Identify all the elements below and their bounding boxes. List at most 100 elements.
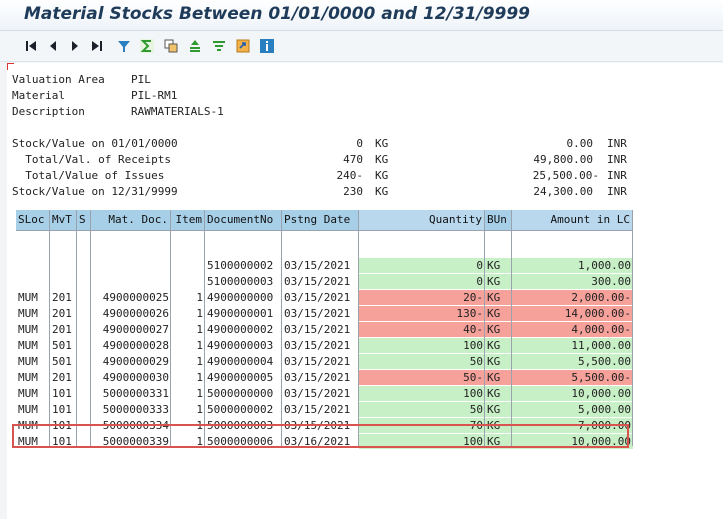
cell-s[interactable] (77, 242, 91, 257)
cell-sloc[interactable] (16, 242, 50, 257)
column-header-s[interactable]: S (77, 210, 91, 230)
filter-settings-icon[interactable] (211, 38, 227, 54)
sort-ascending-icon[interactable] (187, 38, 203, 54)
cell-sloc[interactable] (16, 274, 50, 289)
column-header-sloc[interactable]: SLoc (16, 210, 50, 230)
cell-item[interactable] (171, 274, 205, 289)
cell-s[interactable] (77, 306, 91, 321)
cell-mvt[interactable]: 501 (50, 354, 77, 369)
cell-item[interactable]: 1 (171, 338, 205, 353)
cell-mvt[interactable]: 201 (50, 370, 77, 385)
cell-document-no[interactable]: 4900000002 (205, 322, 282, 337)
column-header-mat-doc[interactable]: Mat. Doc. (91, 210, 171, 230)
cell-base-unit[interactable] (485, 242, 512, 257)
cell-sloc[interactable]: MUM (16, 386, 50, 401)
cell-s[interactable] (77, 386, 91, 401)
export-icon[interactable] (235, 38, 251, 54)
cell-s[interactable] (77, 274, 91, 289)
cell-quantity[interactable]: 0 (359, 274, 485, 289)
next-page-icon[interactable] (67, 38, 83, 54)
cell-mat-doc[interactable]: 5000000333 (91, 402, 171, 417)
cell-quantity[interactable]: 130- (359, 306, 485, 321)
cell-item[interactable]: 1 (171, 322, 205, 337)
cell-mat-doc[interactable]: 4900000026 (91, 306, 171, 321)
cell-item[interactable]: 1 (171, 354, 205, 369)
cell-amount[interactable]: 2,000.00- (512, 290, 633, 305)
filter-icon[interactable] (116, 38, 132, 54)
cell-document-no[interactable]: 4900000005 (205, 370, 282, 385)
cell-amount[interactable]: 300.00 (512, 274, 633, 289)
cell-base-unit[interactable]: KG (485, 306, 512, 321)
cell-quantity[interactable]: 100 (359, 386, 485, 401)
cell-s[interactable] (77, 402, 91, 417)
previous-page-icon[interactable] (45, 38, 61, 54)
cell-base-unit[interactable]: KG (485, 322, 512, 337)
cell-document-no[interactable]: 5000000000 (205, 386, 282, 401)
column-header-base-unit[interactable]: BUn (485, 210, 512, 230)
cell-posting-date[interactable]: 03/15/2021 (282, 402, 359, 417)
cell-base-unit[interactable]: KG (485, 258, 512, 273)
column-header-quantity[interactable]: Quantity (359, 210, 485, 230)
cell-document-no[interactable]: 5000000002 (205, 402, 282, 417)
cell-quantity[interactable]: 0 (359, 258, 485, 273)
cell-mat-doc[interactable]: 4900000027 (91, 322, 171, 337)
cell-quantity[interactable]: 100 (359, 338, 485, 353)
last-page-icon[interactable] (89, 38, 105, 54)
cell-item[interactable]: 1 (171, 370, 205, 385)
cell-s[interactable] (77, 290, 91, 305)
cell-posting-date[interactable]: 03/15/2021 (282, 290, 359, 305)
column-header-amount[interactable]: Amount in LC (512, 210, 633, 230)
cell-item[interactable]: 1 (171, 290, 205, 305)
cell-amount[interactable]: 5,000.00 (512, 402, 633, 417)
cell-sloc[interactable]: MUM (16, 402, 50, 417)
cell-sloc[interactable]: MUM (16, 338, 50, 353)
cell-document-no[interactable]: 4900000003 (205, 338, 282, 353)
cell-sloc[interactable]: MUM (16, 322, 50, 337)
cell-amount[interactable] (512, 242, 633, 257)
cell-mvt[interactable]: 201 (50, 290, 77, 305)
cell-mvt[interactable]: 101 (50, 402, 77, 417)
cell-quantity[interactable]: 20- (359, 290, 485, 305)
cell-quantity[interactable]: 50 (359, 402, 485, 417)
cell-mvt[interactable]: 201 (50, 322, 77, 337)
cell-item[interactable]: 1 (171, 402, 205, 417)
info-icon[interactable] (259, 38, 275, 54)
first-page-icon[interactable] (23, 38, 39, 54)
cell-sloc[interactable]: MUM (16, 370, 50, 385)
cell-s[interactable] (77, 322, 91, 337)
cell-s[interactable] (77, 258, 91, 273)
cell-posting-date[interactable] (282, 242, 359, 257)
cell-amount[interactable]: 5,500.00- (512, 370, 633, 385)
cell-amount[interactable]: 11,000.00 (512, 338, 633, 353)
cell-amount[interactable]: 5,500.00 (512, 354, 633, 369)
cell-mvt[interactable]: 101 (50, 386, 77, 401)
cell-mvt[interactable] (50, 258, 77, 273)
cell-posting-date[interactable]: 03/15/2021 (282, 354, 359, 369)
cell-mat-doc[interactable]: 4900000025 (91, 290, 171, 305)
cell-mvt[interactable] (50, 274, 77, 289)
cell-document-no[interactable]: 5100000002 (205, 258, 282, 273)
cell-posting-date[interactable]: 03/15/2021 (282, 258, 359, 273)
cell-base-unit[interactable]: KG (485, 386, 512, 401)
cell-base-unit[interactable]: KG (485, 354, 512, 369)
cell-sloc[interactable] (16, 258, 50, 273)
cell-base-unit[interactable]: KG (485, 402, 512, 417)
cell-item[interactable] (171, 242, 205, 257)
cell-mat-doc[interactable] (91, 258, 171, 273)
cell-quantity[interactable]: 40- (359, 322, 485, 337)
cell-base-unit[interactable]: KG (485, 290, 512, 305)
cell-mvt[interactable]: 501 (50, 338, 77, 353)
cell-mat-doc[interactable]: 4900000028 (91, 338, 171, 353)
cell-s[interactable] (77, 370, 91, 385)
column-header-mvt[interactable]: MvT (50, 210, 77, 230)
cell-quantity[interactable] (359, 242, 485, 257)
cell-amount[interactable]: 14,000.00- (512, 306, 633, 321)
cell-mvt[interactable] (50, 242, 77, 257)
cell-item[interactable]: 1 (171, 306, 205, 321)
cell-item[interactable]: 1 (171, 386, 205, 401)
cell-posting-date[interactable]: 03/15/2021 (282, 322, 359, 337)
cell-quantity[interactable]: 50 (359, 354, 485, 369)
cell-document-no[interactable]: 4900000004 (205, 354, 282, 369)
cell-sloc[interactable]: MUM (16, 354, 50, 369)
cell-sloc[interactable]: MUM (16, 306, 50, 321)
